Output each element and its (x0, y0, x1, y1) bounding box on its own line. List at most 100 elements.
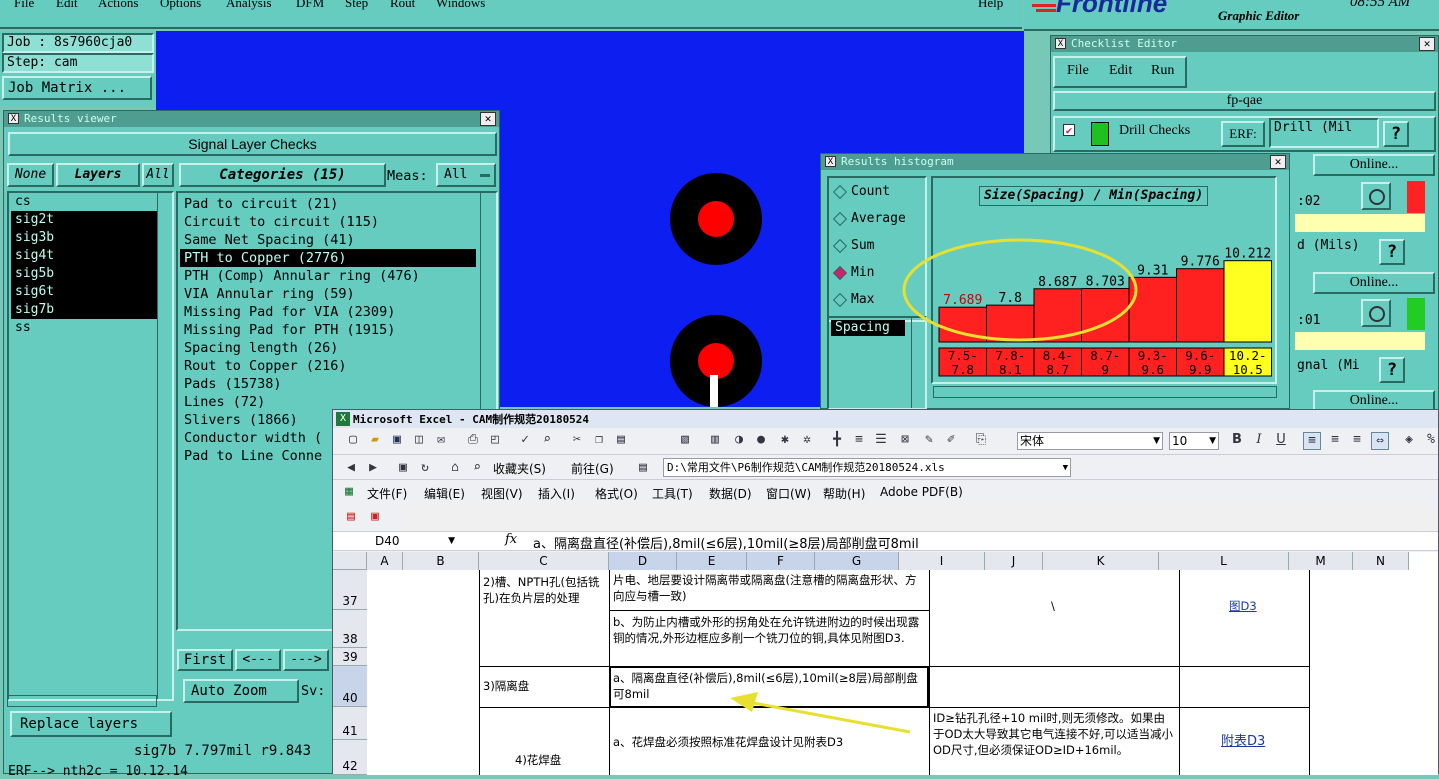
percent-icon[interactable]: % (1423, 432, 1439, 448)
menu-step[interactable]: Step (345, 0, 368, 11)
first-button[interactable]: First (177, 649, 233, 671)
favorites-menu[interactable]: 收藏夹(S) (493, 460, 546, 477)
layer-item[interactable]: sig5b (11, 265, 157, 283)
currency-icon[interactable]: ◈ (1401, 432, 1417, 448)
insert-icon[interactable]: ⎘ (973, 432, 989, 448)
menu-edit[interactable]: Edit (56, 0, 78, 11)
erf-field[interactable]: Drill (Mil (1269, 118, 1379, 148)
replace-layers-dropdown[interactable]: Replace layers (10, 711, 172, 737)
menu-edit[interactable]: Edit (1109, 63, 1132, 79)
merge-icon[interactable]: ⇔ (1371, 432, 1389, 450)
menu-windows[interactable]: Windows (436, 0, 485, 11)
none-button[interactable]: None (7, 163, 54, 187)
column-header[interactable]: N (1353, 552, 1409, 570)
row-header[interactable]: 37 (333, 570, 367, 610)
drawing-icon[interactable]: ▧ (677, 432, 693, 448)
excel-menu-item[interactable]: 工具(T) (652, 485, 693, 502)
row-header[interactable]: 38 (333, 610, 367, 648)
category-item[interactable]: Pads (15738) (180, 375, 476, 393)
column-header[interactable]: D (609, 552, 677, 570)
chart-icon[interactable]: ▥ (707, 432, 723, 448)
hline-icon[interactable]: ☰ (873, 432, 889, 448)
object-icon[interactable]: ⊠ (897, 432, 913, 448)
column-header[interactable]: L (1159, 552, 1289, 570)
copy-icon[interactable]: ❐ (591, 432, 607, 448)
address-field[interactable]: D:\常用文件\P6制作规范\CAM制作规范20180524.xls ▼ (663, 458, 1071, 477)
close-icon[interactable]: ✕ (480, 112, 496, 126)
cell-c40[interactable]: 3)隔离盘 (483, 678, 605, 694)
category-item[interactable]: VIA Annular ring (59) (180, 285, 476, 303)
column-header[interactable]: I (899, 552, 985, 570)
category-item[interactable]: Missing Pad for PTH (1915) (180, 321, 476, 339)
row-header[interactable]: 42 (333, 740, 367, 775)
bold-icon[interactable]: B (1229, 432, 1245, 448)
underline-icon[interactable]: U (1273, 432, 1289, 448)
column-header[interactable]: E (677, 552, 747, 570)
menu-run[interactable]: Run (1151, 63, 1174, 79)
row-header[interactable]: 41 (333, 707, 367, 740)
checkbox-icon[interactable]: ✔ (1063, 124, 1075, 136)
auto-zoom-dropdown[interactable]: Auto Zoom (183, 679, 299, 703)
histogram-bar[interactable] (1223, 260, 1272, 343)
online-button-2[interactable]: Online... (1313, 272, 1435, 294)
menu-options[interactable]: Options (160, 0, 201, 11)
cell-d37[interactable]: 片电、地层要设计隔离带或隔离盘(注意槽的隔离盘形状、方向应与槽一致) (613, 572, 925, 604)
align-icon[interactable]: ≡ (851, 432, 867, 448)
eraser-icon[interactable]: ✐ (943, 432, 959, 448)
menu-help[interactable]: Help (978, 0, 1003, 11)
star-icon[interactable]: ✱ (777, 432, 793, 448)
meas-dropdown[interactable]: All (436, 163, 496, 187)
menu-file[interactable]: File (1067, 63, 1089, 79)
print-icon[interactable]: ⎙ (465, 432, 481, 448)
name-box[interactable]: D40 ▼ (335, 533, 457, 550)
drill-checks-row[interactable]: ✔ Drill Checks ERF: Drill (Mil ? (1053, 116, 1436, 152)
font-size-select[interactable]: 10 ▼ (1169, 432, 1219, 450)
category-item[interactable]: Same Net Spacing (41) (180, 231, 476, 249)
italic-icon[interactable]: I (1251, 432, 1267, 448)
formula-field[interactable]: a、隔离盘直径(补偿后),8mil(≤6层),10mil(≥8层)局部削盘可8m… (533, 533, 919, 552)
paste-icon[interactable]: ▤ (613, 432, 629, 448)
column-header[interactable]: C (479, 552, 609, 570)
category-item[interactable]: Circuit to circuit (115) (180, 213, 476, 231)
zoom-button-1[interactable] (1361, 182, 1391, 210)
spacing-item[interactable]: Spacing (831, 320, 905, 336)
menu-file[interactable]: File (14, 0, 34, 11)
radio-average[interactable]: Average (829, 205, 925, 232)
show-web-toolbar-icon[interactable]: ▤ (635, 460, 651, 476)
histogram-bar[interactable] (1176, 268, 1225, 343)
excel-menu-item[interactable]: 窗口(W) (766, 485, 811, 502)
shape-icon[interactable]: ● (753, 432, 769, 448)
close-icon[interactable]: ✕ (1270, 155, 1286, 169)
close-icon[interactable]: ✕ (1419, 37, 1435, 51)
layers-button[interactable]: Layers (56, 163, 140, 187)
select-all-corner[interactable] (333, 552, 367, 570)
pdf-email-icon[interactable]: ▣ (367, 509, 383, 525)
cell-i37[interactable]: \ (1051, 598, 1055, 614)
category-item[interactable]: Missing Pad for VIA (2309) (180, 303, 476, 321)
excel-menu-item[interactable]: 数据(D) (709, 485, 752, 502)
category-item[interactable]: Pad to circuit (21) (180, 195, 476, 213)
excel-menu-item[interactable]: 文件(F) (367, 485, 407, 502)
excel-menu-item[interactable]: 视图(V) (481, 485, 523, 502)
column-header[interactable]: B (403, 552, 479, 570)
align-center-icon[interactable]: ≡ (1327, 432, 1343, 448)
menu-rout[interactable]: Rout (390, 0, 415, 11)
layer-item[interactable]: sig6t (11, 283, 157, 301)
row-header[interactable]: 40 (333, 666, 367, 707)
column-header[interactable]: A (367, 552, 403, 570)
new-icon[interactable]: ▢ (345, 432, 361, 448)
help-button[interactable]: ? (1383, 121, 1409, 147)
category-item[interactable]: PTH to Copper (2776) (180, 249, 476, 267)
layer-list[interactable]: cs sig2t sig3b sig4t sig5b sig6t sig7b ss (7, 191, 174, 701)
line-icon[interactable]: ╋ (829, 432, 845, 448)
help-button-2[interactable]: ? (1379, 239, 1405, 265)
radio-count[interactable]: Count (829, 178, 925, 205)
prev-button[interactable]: <--- (235, 649, 281, 671)
borders-icon[interactable]: ◑ (731, 432, 747, 448)
column-header[interactable]: K (1043, 552, 1159, 570)
cell-l37[interactable]: 图D3 (1229, 598, 1257, 614)
cell-i41[interactable]: ID≥钻孔孔径+10 mil时,则无须修改。如果由于OD太大导致其它电气连接不好… (933, 710, 1175, 758)
histogram-hscroll[interactable] (933, 386, 1277, 398)
job-matrix-button[interactable]: Job Matrix ... (2, 76, 152, 100)
research-icon[interactable]: ⌕ (539, 432, 555, 448)
